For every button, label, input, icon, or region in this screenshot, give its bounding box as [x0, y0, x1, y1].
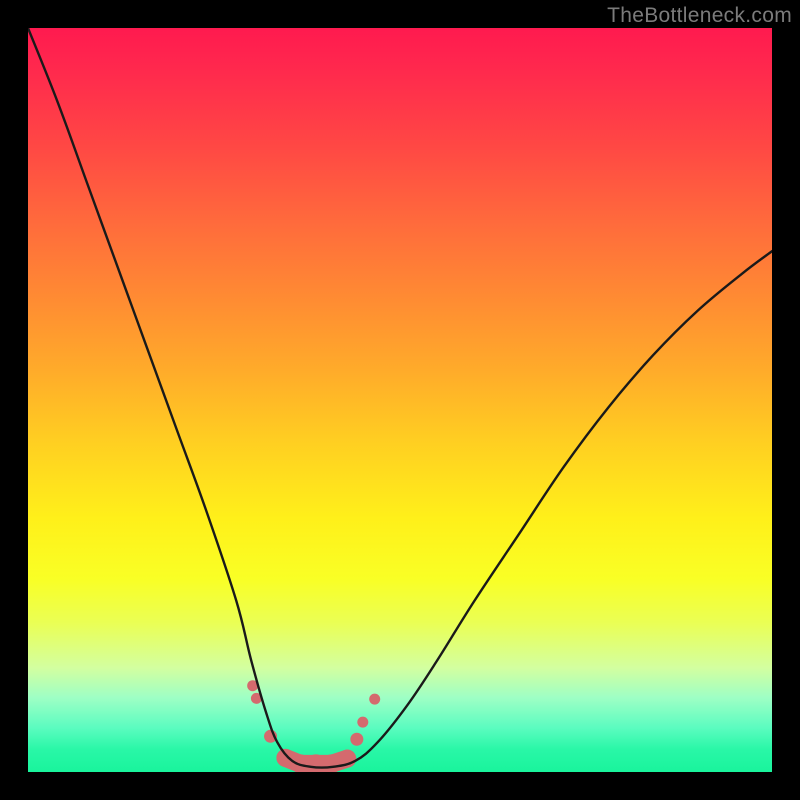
chart-frame: TheBottleneck.com — [0, 0, 800, 800]
plot-area — [28, 28, 772, 772]
valley-dot — [369, 694, 380, 705]
curve-layer — [28, 28, 772, 772]
valley-dot — [350, 733, 363, 746]
bottleneck-curve — [28, 28, 772, 768]
valley-dot — [357, 717, 368, 728]
watermark-text: TheBottleneck.com — [607, 4, 792, 28]
